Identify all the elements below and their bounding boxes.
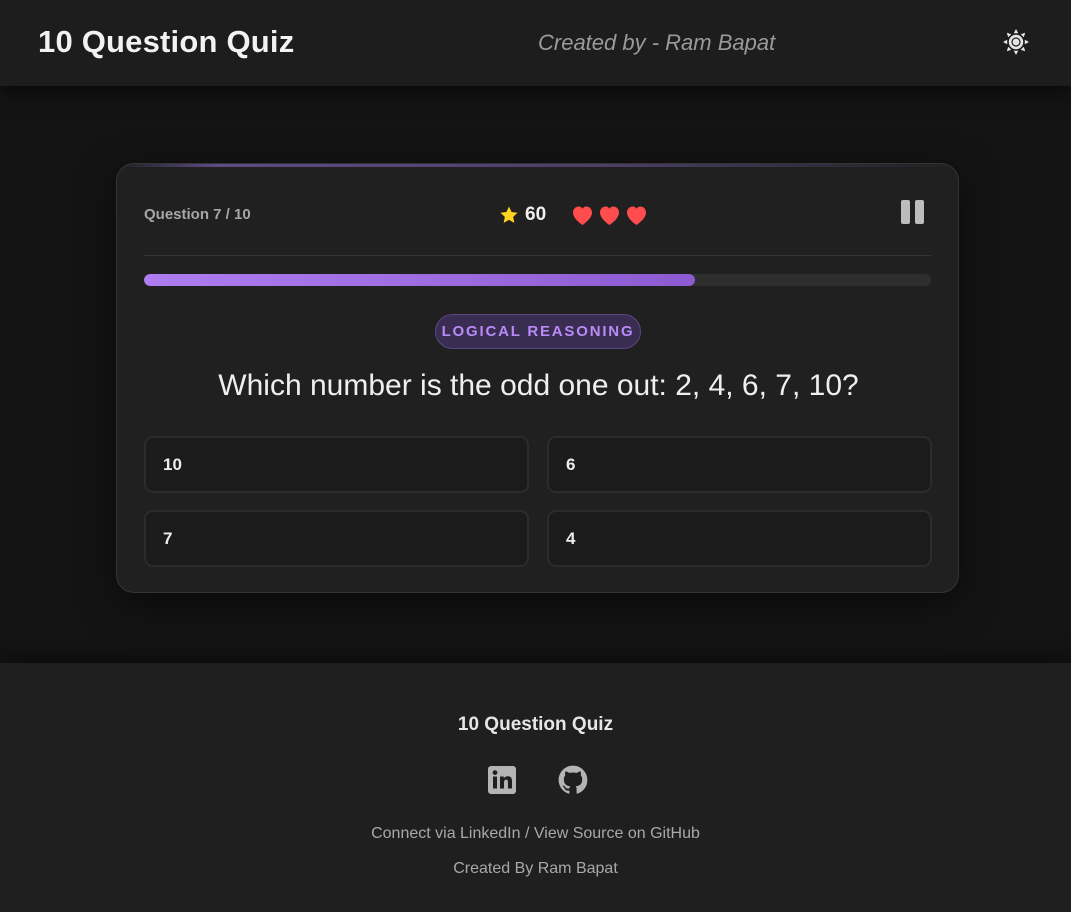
- sun-icon: [1003, 29, 1029, 55]
- card-accent-line: [117, 164, 958, 167]
- page-footer: 10 Question Quiz Connect via LinkedIn / …: [0, 663, 1071, 912]
- footer-credit: Created By Ram Bapat: [453, 860, 618, 877]
- footer-links: Connect via LinkedIn / View Source on Gi…: [0, 825, 1071, 843]
- answer-option[interactable]: 6: [547, 436, 932, 493]
- lives-display: [570, 204, 649, 226]
- heart-icon: [600, 206, 620, 225]
- question-counter: Question 7 / 10: [144, 206, 251, 223]
- github-link[interactable]: View Source on GitHub: [534, 825, 700, 842]
- author-subtitle: Created by - Ram Bapat: [538, 30, 776, 55]
- answer-option[interactable]: 10: [144, 436, 529, 493]
- app-title: 10 Question Quiz: [38, 24, 295, 59]
- star-icon: [500, 206, 518, 223]
- pause-button[interactable]: [901, 200, 925, 226]
- progress-bar: [144, 274, 931, 286]
- question-text: Which number is the odd one out: 2, 4, 6…: [218, 369, 859, 402]
- quiz-card: Question 7 / 10 60 LOGICAL REASONING Whi…: [116, 163, 959, 593]
- heart-icon: [627, 206, 647, 225]
- link-separator: /: [520, 825, 534, 842]
- header-divider: [144, 255, 931, 256]
- score-display: 60: [499, 202, 649, 228]
- footer-title: 10 Question Quiz: [457, 714, 614, 735]
- pause-icon: [915, 200, 924, 224]
- app-header: 10 Question Quiz Created by - Ram Bapat: [0, 0, 1071, 86]
- category-badge: LOGICAL REASONING: [435, 314, 641, 349]
- theme-toggle-button[interactable]: [1000, 26, 1032, 58]
- pause-icon: [901, 200, 910, 224]
- github-icon[interactable]: [558, 765, 588, 795]
- linkedin-icon[interactable]: [487, 765, 517, 795]
- answer-option[interactable]: 7: [144, 510, 529, 567]
- linkedin-link[interactable]: Connect via LinkedIn: [371, 825, 520, 842]
- progress-fill: [144, 274, 695, 286]
- answer-option[interactable]: 4: [547, 510, 932, 567]
- score-value: 60: [525, 204, 547, 225]
- heart-icon: [573, 206, 593, 225]
